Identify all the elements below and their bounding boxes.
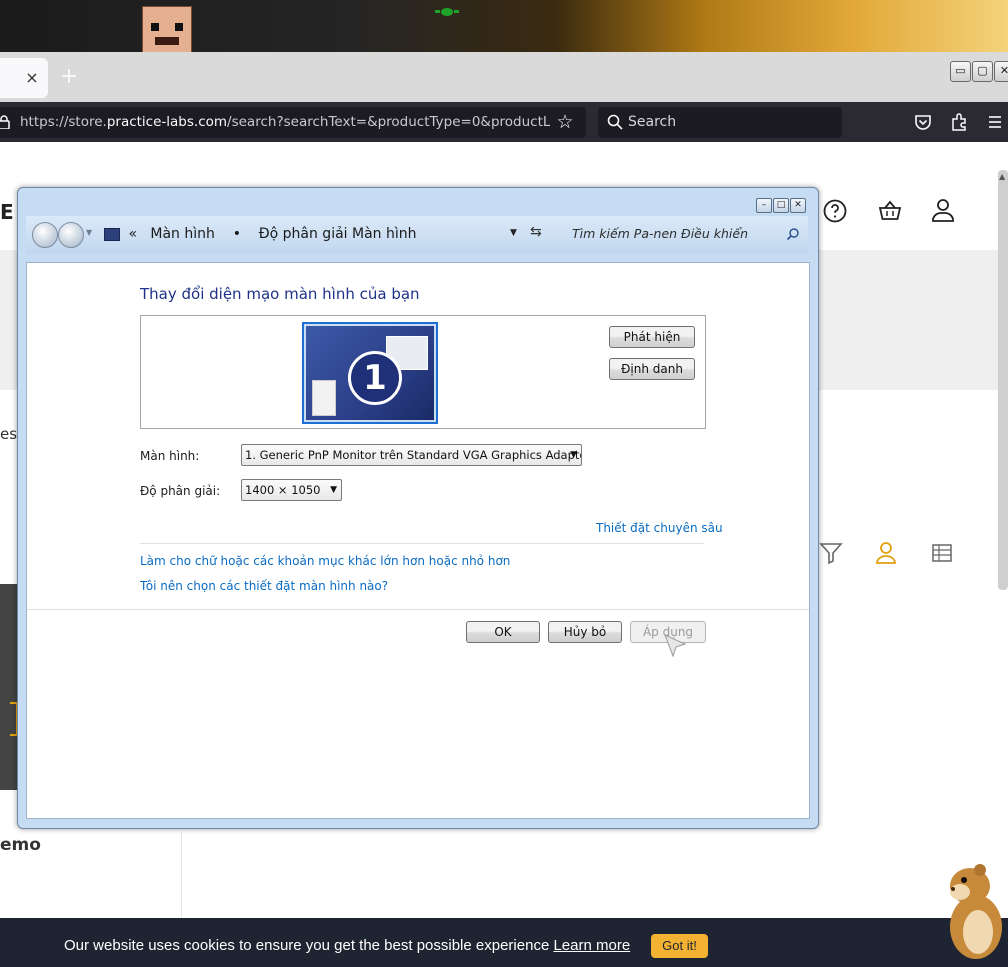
- extensions-icon[interactable]: [948, 111, 970, 133]
- new-tab-button[interactable]: +: [58, 66, 80, 88]
- monitor-screen-preview: 1: [306, 326, 434, 420]
- chevron-down-icon: ▼: [330, 485, 337, 495]
- url-path: /search?searchText=&productType=0&produc…: [227, 114, 550, 130]
- green-leaf-icon: [435, 8, 459, 16]
- dialog-minimize-icon[interactable]: –: [756, 198, 772, 213]
- browser-search-bar[interactable]: Search: [598, 107, 842, 138]
- table-view-icon[interactable]: [929, 540, 955, 566]
- hamster-mascot-image: [950, 864, 1002, 959]
- address-dropdown-icon[interactable]: ▼: [510, 228, 517, 238]
- resolution-label: Độ phân giải:: [140, 484, 221, 498]
- learn-more-link[interactable]: Learn more: [553, 937, 630, 954]
- refresh-icon[interactable]: ⇆: [530, 224, 542, 240]
- monitor-1-thumbnail[interactable]: 1: [302, 322, 438, 424]
- desktop-wallpaper: [0, 0, 1008, 52]
- forward-button[interactable]: [58, 222, 84, 248]
- text-size-link[interactable]: Làm cho chữ hoặc các khoản mục khác lớn …: [140, 554, 510, 568]
- search-placeholder: Search: [628, 114, 677, 130]
- breadcrumb-item-resolution[interactable]: Độ phân giải Màn hình: [259, 226, 417, 242]
- product-card-image[interactable]: [0, 584, 18, 790]
- tab-close-icon[interactable]: ×: [22, 68, 42, 88]
- chevron-down-icon: ▼: [570, 450, 577, 460]
- window-minimize-button[interactable]: ▭: [950, 61, 971, 82]
- pocket-icon[interactable]: [912, 111, 934, 133]
- breadcrumb-overflow[interactable]: «: [128, 226, 137, 242]
- truncated-text-emo: emo: [0, 835, 41, 855]
- browser-nav-bar: https://store.practice-labs.com/search?s…: [0, 102, 1008, 142]
- detect-button[interactable]: Phát hiện: [609, 326, 695, 348]
- page-scrollbar[interactable]: [998, 170, 1008, 590]
- window-maximize-button[interactable]: ▢: [972, 61, 993, 82]
- basket-icon[interactable]: [877, 198, 903, 224]
- window-close-button[interactable]: ✕: [994, 61, 1008, 82]
- screen-resolution-dialog: – □ ✕ ▼ « Màn hình • Độ phân giải Màn hì…: [17, 187, 819, 829]
- monitor-arrangement-panel: 1 Phát hiện Định danh: [140, 315, 706, 429]
- breadcrumb: « Màn hình • Độ phân giải Màn hình: [104, 226, 417, 246]
- dialog-maximize-icon[interactable]: □: [773, 198, 789, 213]
- browser-tab-active[interactable]: ×: [0, 58, 48, 98]
- url-bar[interactable]: https://store.practice-labs.com/search?s…: [0, 107, 586, 138]
- cookie-message: Our website uses cookies to ensure you g…: [64, 937, 630, 954]
- search-icon: [607, 114, 623, 130]
- monitor-small-icon: [104, 227, 120, 241]
- mouse-cursor-icon: [664, 634, 687, 658]
- url-domain: practice-labs.com: [106, 114, 228, 130]
- control-panel-search-placeholder: Tìm kiếm Pa-nen Điều khiển: [572, 226, 749, 241]
- help-icon[interactable]: [822, 198, 848, 224]
- divider: [140, 543, 704, 544]
- menu-icon[interactable]: [984, 111, 1006, 133]
- resolution-select-value: 1400 × 1050: [245, 483, 321, 497]
- pixel-character-image: [142, 6, 192, 52]
- scroll-up-arrow-icon[interactable]: ▲: [999, 172, 1007, 181]
- breadcrumb-item-display[interactable]: Màn hình: [150, 226, 215, 242]
- monitor-number-badge: 1: [348, 351, 402, 405]
- url-prefix: https://store.: [20, 114, 107, 130]
- recent-pages-chevron-icon[interactable]: ▼: [86, 228, 94, 237]
- preview-sidebar-image: [312, 380, 336, 416]
- user-account-icon[interactable]: [930, 197, 956, 223]
- page-title: Thay đổi diện mạo màn hình của bạn: [140, 285, 420, 303]
- resolution-select[interactable]: 1400 × 1050 ▼: [241, 479, 342, 501]
- bookmark-star-icon[interactable]: ☆: [554, 111, 576, 133]
- got-it-button[interactable]: Got it!: [651, 934, 708, 958]
- filter-icon[interactable]: [818, 540, 844, 566]
- ok-button[interactable]: OK: [466, 621, 540, 643]
- monitor-select[interactable]: 1. Generic PnP Monitor trên Standard VGA…: [241, 444, 582, 466]
- identify-button[interactable]: Định danh: [609, 358, 695, 380]
- browser-tab-strip: × + ▭ ▢ ✕: [0, 52, 1008, 102]
- back-button[interactable]: [32, 222, 58, 248]
- url-text[interactable]: https://store.practice-labs.com/search?s…: [20, 114, 550, 132]
- control-panel-search-input[interactable]: Tìm kiếm Pa-nen Điều khiển: [564, 222, 802, 246]
- search-icon[interactable]: [786, 227, 800, 241]
- divider: [27, 609, 809, 610]
- dialog-close-icon[interactable]: ✕: [790, 198, 806, 213]
- monitor-label: Màn hình:: [140, 449, 200, 463]
- cancel-button[interactable]: Hủy bỏ: [548, 621, 622, 643]
- advanced-settings-link[interactable]: Thiết đặt chuyên sâu: [596, 521, 723, 535]
- truncated-text-es: es: [0, 425, 18, 443]
- lock-icon: [0, 115, 10, 130]
- user-filter-icon[interactable]: [873, 540, 899, 566]
- monitor-select-value: 1. Generic PnP Monitor trên Standard VGA…: [245, 448, 582, 462]
- dialog-content: Thay đổi diện mạo màn hình của bạn 1 Phá…: [26, 262, 810, 819]
- which-settings-link[interactable]: Tôi nên chọn các thiết đặt màn hình nào?: [140, 579, 388, 593]
- cookie-message-text: Our website uses cookies to ensure you g…: [64, 937, 554, 954]
- cookie-banner: Our website uses cookies to ensure you g…: [0, 918, 1008, 967]
- explorer-address-bar: ▼ « Màn hình • Độ phân giải Màn hình ▼ ⇆…: [26, 216, 808, 254]
- site-logo[interactable]: E: [0, 200, 14, 224]
- breadcrumb-separator[interactable]: •: [233, 226, 241, 242]
